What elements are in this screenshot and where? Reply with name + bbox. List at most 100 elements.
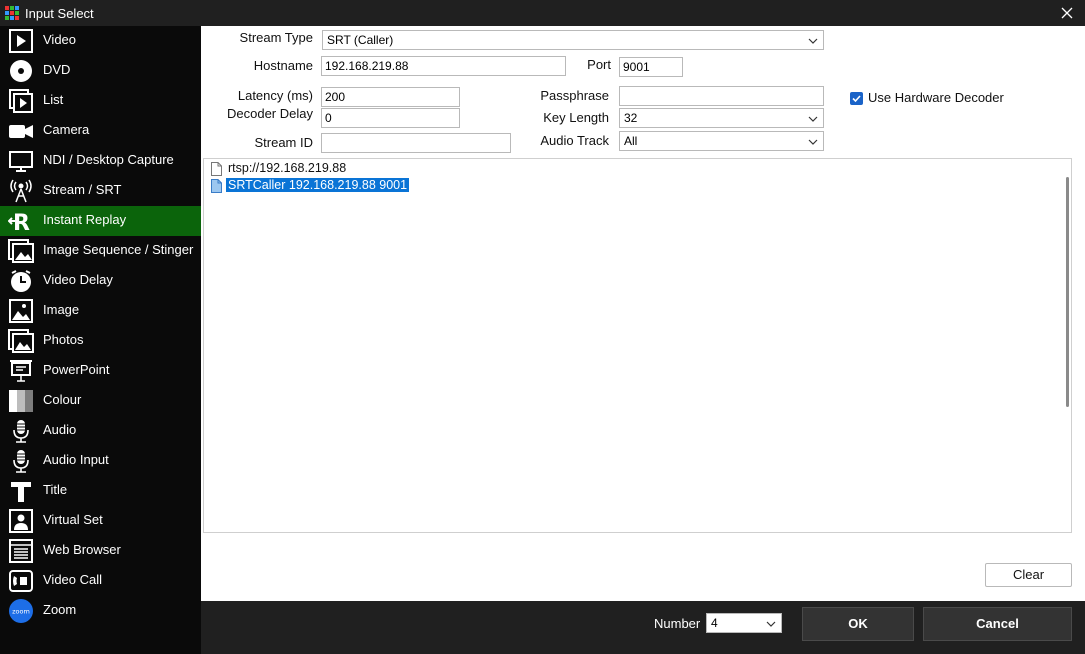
sidebar-item-instant-replay[interactable]: R Instant Replay: [0, 206, 201, 236]
stream-id-input[interactable]: [321, 133, 511, 153]
monitor-icon: [9, 151, 33, 172]
decoder-delay-label: Decoder Delay: [227, 106, 313, 121]
audio-track-label: Audio Track: [540, 133, 609, 148]
chevron-down-icon: [808, 116, 818, 122]
close-icon[interactable]: [1057, 2, 1077, 24]
photos-icon: [8, 329, 34, 353]
sidebar-item-video[interactable]: Video: [0, 26, 201, 56]
grid-app-icon: [5, 6, 20, 21]
zoom-icon: zoom: [9, 599, 33, 623]
sidebar-item-list[interactable]: List: [0, 86, 201, 116]
stream-type-select[interactable]: SRT (Caller): [322, 30, 824, 50]
chevron-down-icon: [766, 621, 776, 627]
sidebar-item-label: Stream / SRT: [43, 182, 122, 197]
sidebar-item-label: Video Call: [43, 572, 103, 587]
dvd-icon: [10, 60, 32, 82]
hardware-decoder-checkbox[interactable]: [850, 92, 863, 105]
latency-label: Latency (ms): [237, 88, 313, 103]
microphone-icon: [13, 420, 29, 443]
sidebar-item-label: Photos: [43, 332, 84, 347]
sidebar-item-video-call[interactable]: Video Call: [0, 566, 201, 596]
stream-history-list[interactable]: rtsp://192.168.219.88 SRTCaller 192.168.…: [203, 158, 1072, 533]
list-item-label: SRTCaller 192.168.219.88 9001: [224, 177, 411, 193]
window-title: Input Select: [25, 6, 94, 21]
cancel-button[interactable]: Cancel: [923, 607, 1072, 641]
list-icon: [9, 89, 33, 113]
sidebar-item-powerpoint[interactable]: PowerPoint: [0, 356, 201, 386]
sidebar-item-audio-input[interactable]: Audio Input: [0, 446, 201, 476]
passphrase-input[interactable]: [619, 86, 824, 106]
sidebar-item-label: Web Browser: [43, 542, 121, 557]
replay-icon: R: [8, 211, 30, 233]
microphone-icon: [13, 450, 29, 473]
camera-icon: [9, 125, 33, 138]
number-select[interactable]: 4: [706, 613, 782, 633]
hostname-label: Hostname: [253, 58, 313, 73]
input-settings-panel: Stream Type SRT (Caller) Hostname Port L…: [201, 26, 1085, 601]
latency-input[interactable]: [321, 87, 460, 107]
svg-text:R: R: [13, 211, 30, 233]
list-item-label: rtsp://192.168.219.88: [228, 161, 347, 175]
title-icon: [11, 482, 31, 502]
sidebar-item-image-sequence-stinger[interactable]: Image Sequence / Stinger: [0, 236, 201, 266]
file-icon: [211, 179, 222, 193]
sidebar-item-photos[interactable]: Photos: [0, 326, 201, 356]
svg-text:zoom: zoom: [12, 608, 30, 616]
sidebar-item-dvd[interactable]: DVD: [0, 56, 201, 86]
sidebar-item-label: List: [43, 92, 64, 107]
sidebar-item-camera[interactable]: Camera: [0, 116, 201, 146]
file-icon: [211, 162, 222, 176]
virtual-set-icon: [9, 509, 33, 533]
sidebar-item-stream-srt[interactable]: Stream / SRT: [0, 176, 201, 206]
sidebar-item-zoom[interactable]: zoom Zoom: [0, 596, 201, 626]
key-length-select[interactable]: 32: [619, 108, 824, 128]
hardware-decoder-label[interactable]: Use Hardware Decoder: [868, 90, 1004, 105]
sidebar-item-virtual-set[interactable]: Virtual Set: [0, 506, 201, 536]
sidebar-item-label: Instant Replay: [43, 212, 127, 227]
sidebar-item-label: Colour: [43, 392, 82, 407]
key-length-label: Key Length: [543, 110, 609, 125]
checkmark-icon: [852, 95, 861, 103]
colour-icon: [9, 390, 33, 412]
antenna-icon: [10, 179, 32, 203]
sidebar-item-label: Image: [43, 302, 80, 317]
clear-button[interactable]: Clear: [985, 563, 1072, 587]
sidebar-item-web-browser[interactable]: Web Browser: [0, 536, 201, 566]
sidebar-item-ndi-desktop-capture[interactable]: NDI / Desktop Capture: [0, 146, 201, 176]
number-label: Number: [654, 616, 701, 631]
chevron-down-icon: [808, 38, 818, 44]
decoder-delay-input[interactable]: [321, 108, 460, 128]
chevron-down-icon: [808, 139, 818, 145]
sidebar-item-title[interactable]: Title: [0, 476, 201, 506]
sidebar-item-label: PowerPoint: [43, 362, 110, 377]
sidebar-item-audio[interactable]: Audio: [0, 416, 201, 446]
sidebar-item-label: Image Sequence / Stinger: [43, 242, 194, 257]
sidebar-item-label: Title: [43, 482, 68, 497]
stream-id-label: Stream ID: [254, 135, 313, 150]
sidebar-item-label: DVD: [43, 62, 71, 77]
image-sequence-icon: [8, 239, 34, 263]
port-label: Port: [587, 57, 611, 72]
sidebar-item-colour[interactable]: Colour: [0, 386, 201, 416]
sidebar-item-label: Video Delay: [43, 272, 113, 287]
sidebar-item-label: Audio: [43, 422, 77, 437]
sidebar-item-label: Camera: [43, 122, 90, 137]
sidebar-item-label: Video: [43, 32, 77, 47]
input-type-sidebar: Video DVD List Camera NDI / Desktop Capture S…: [0, 26, 201, 654]
audio-track-select[interactable]: All: [619, 131, 824, 151]
video-icon: [9, 29, 33, 53]
video-call-icon: [9, 570, 33, 592]
port-input[interactable]: [619, 57, 683, 77]
sidebar-item-video-delay[interactable]: Video Delay: [0, 266, 201, 296]
sidebar-item-label: NDI / Desktop Capture: [43, 152, 174, 167]
sidebar-item-image[interactable]: Image: [0, 296, 201, 326]
sidebar-item-label: Audio Input: [43, 452, 109, 467]
ok-button[interactable]: OK: [802, 607, 914, 641]
stream-type-label: Stream Type: [239, 30, 313, 45]
scrollbar[interactable]: [1066, 177, 1069, 407]
hostname-input[interactable]: [321, 56, 566, 76]
passphrase-label: Passphrase: [540, 88, 609, 103]
dialog-footer: Number 4 OK Cancel: [201, 601, 1085, 654]
sidebar-item-label: Zoom: [43, 602, 77, 617]
sidebar-item-label: Virtual Set: [43, 512, 103, 527]
